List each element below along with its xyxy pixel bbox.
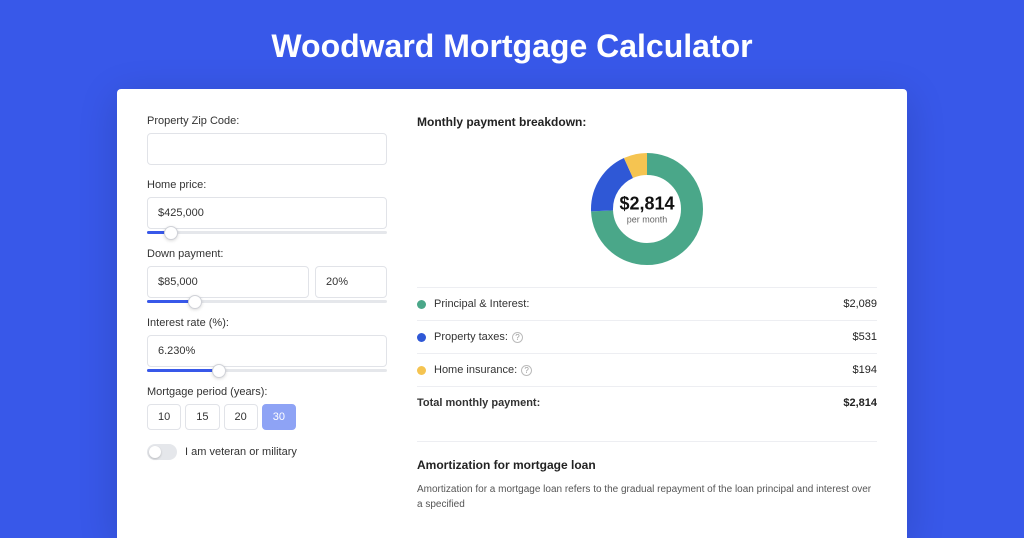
legend-row-taxes: Property taxes: ? $531	[417, 321, 877, 354]
period-field: Mortgage period (years): 10 15 20 30	[147, 386, 387, 430]
veteran-label: I am veteran or military	[185, 446, 297, 458]
down-payment-field: Down payment:	[147, 248, 387, 303]
legend-label: Home insurance: ?	[434, 364, 853, 376]
period-pill-group: 10 15 20 30	[147, 404, 387, 430]
calculator-card: Property Zip Code: Home price: Down paym…	[117, 89, 907, 538]
donut-value: $2,814	[619, 194, 674, 215]
amortization-text: Amortization for a mortgage loan refers …	[417, 482, 877, 512]
total-amount: $2,814	[843, 397, 877, 409]
interest-input[interactable]	[147, 335, 387, 367]
legend-dot	[417, 300, 426, 309]
interest-field: Interest rate (%):	[147, 317, 387, 372]
down-payment-pct-input[interactable]	[315, 266, 387, 298]
legend-amount: $531	[853, 331, 877, 343]
legend-row-total: Total monthly payment: $2,814	[417, 387, 877, 419]
legend-row-insurance: Home insurance: ? $194	[417, 354, 877, 387]
donut-center: $2,814 per month	[619, 194, 674, 225]
down-payment-label: Down payment:	[147, 248, 387, 260]
amortization-title: Amortization for mortgage loan	[417, 458, 877, 472]
home-price-field: Home price:	[147, 179, 387, 234]
results-column: Monthly payment breakdown: $2,814 per mo…	[417, 115, 877, 512]
period-option-30[interactable]: 30	[262, 404, 296, 430]
info-icon[interactable]: ?	[521, 365, 532, 376]
zip-label: Property Zip Code:	[147, 115, 387, 127]
period-option-15[interactable]: 15	[185, 404, 219, 430]
legend-row-principal: Principal & Interest: $2,089	[417, 288, 877, 321]
home-price-input[interactable]	[147, 197, 387, 229]
interest-label: Interest rate (%):	[147, 317, 387, 329]
legend-dot	[417, 333, 426, 342]
down-payment-slider[interactable]	[147, 300, 387, 303]
veteran-row: I am veteran or military	[147, 444, 387, 460]
donut-wrap: $2,814 per month	[417, 141, 877, 287]
slider-thumb[interactable]	[188, 295, 202, 309]
slider-thumb[interactable]	[164, 226, 178, 240]
legend-amount: $194	[853, 364, 877, 376]
legend-dot	[417, 366, 426, 375]
info-icon[interactable]: ?	[512, 332, 523, 343]
donut-chart: $2,814 per month	[587, 149, 707, 269]
slider-thumb[interactable]	[212, 364, 226, 378]
home-price-slider[interactable]	[147, 231, 387, 234]
form-column: Property Zip Code: Home price: Down paym…	[147, 115, 387, 512]
interest-slider[interactable]	[147, 369, 387, 372]
amortization-section: Amortization for mortgage loan Amortizat…	[417, 441, 877, 512]
period-label: Mortgage period (years):	[147, 386, 387, 398]
period-option-20[interactable]: 20	[224, 404, 258, 430]
zip-field: Property Zip Code:	[147, 115, 387, 165]
legend-label: Principal & Interest:	[434, 298, 843, 310]
breakdown-title: Monthly payment breakdown:	[417, 115, 877, 129]
veteran-toggle[interactable]	[147, 444, 177, 460]
legend: Principal & Interest: $2,089 Property ta…	[417, 287, 877, 419]
legend-label: Property taxes: ?	[434, 331, 853, 343]
toggle-knob	[149, 446, 161, 458]
home-price-label: Home price:	[147, 179, 387, 191]
donut-sub: per month	[619, 215, 674, 225]
total-label: Total monthly payment:	[417, 397, 843, 409]
period-option-10[interactable]: 10	[147, 404, 181, 430]
legend-amount: $2,089	[843, 298, 877, 310]
down-payment-amount-input[interactable]	[147, 266, 309, 298]
page-title: Woodward Mortgage Calculator	[0, 0, 1024, 89]
zip-input[interactable]	[147, 133, 387, 165]
